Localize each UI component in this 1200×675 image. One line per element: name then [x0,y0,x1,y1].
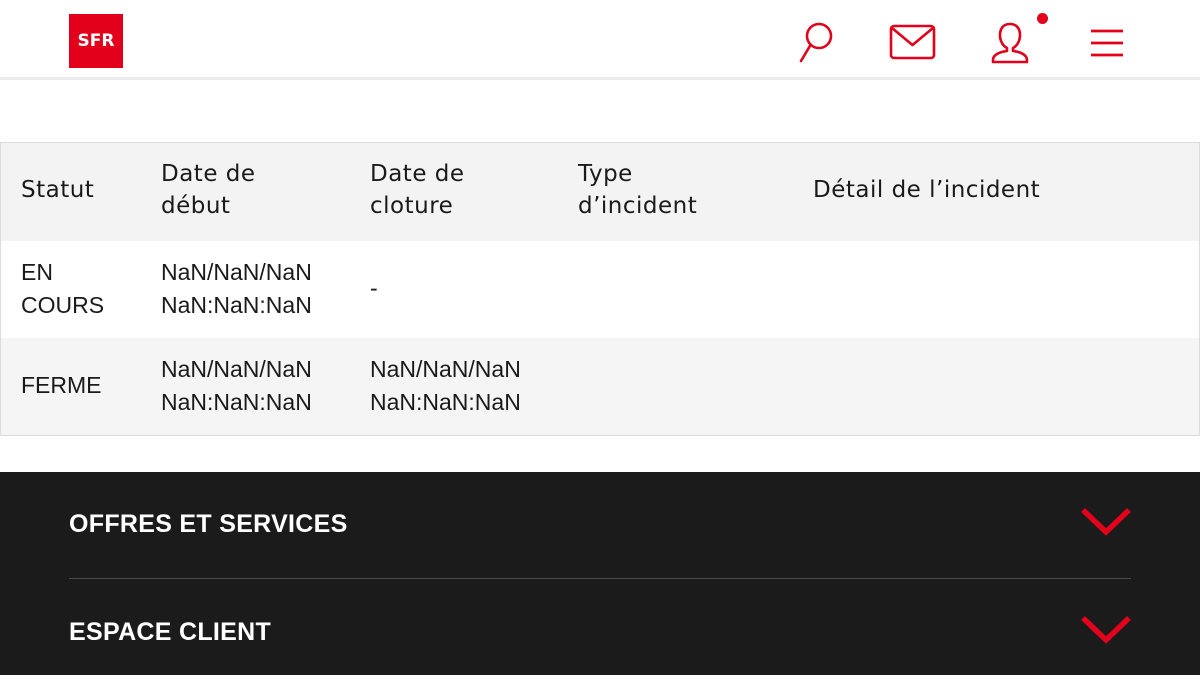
accordion-offres-services[interactable]: OFFRES ET SERVICES [69,510,348,539]
cell-statut: FERME [21,372,102,398]
site-footer: OFFRES ET SERVICES ESPACE CLIENT [0,472,1200,675]
column-header-date-cloture: Date de cloture [370,161,465,219]
column-header-date-debut: Date de début [161,161,256,219]
cell-date-cloture: NaN/NaN/NaN NaN:NaN:NaN [370,356,521,415]
incident-table: Statut Date de début Date de cloture Typ… [0,142,1200,436]
table-header: Statut Date de début Date de cloture Typ… [1,143,1199,241]
cell-date-cloture: - [370,275,378,301]
chevron-down-icon[interactable] [1080,506,1132,543]
site-header: SFR [0,0,1200,80]
table-row: FERME NaN/NaN/NaN NaN:NaN:NaN NaN/NaN/Na… [1,338,1199,435]
notification-dot [1037,13,1048,24]
search-icon[interactable] [796,20,836,66]
user-icon[interactable] [988,20,1034,66]
chevron-down-icon[interactable] [1080,614,1132,651]
divider [69,578,1131,579]
sfr-logo[interactable]: SFR [69,14,123,68]
column-header-detail-incident: Détail de l’incident [813,177,1041,203]
cell-date-debut: NaN/NaN/NaN NaN:NaN:NaN [161,259,312,318]
table-row: EN COURS NaN/NaN/NaN NaN:NaN:NaN - [1,241,1199,338]
column-header-statut: Statut [21,177,95,203]
menu-icon[interactable] [1088,26,1126,60]
mail-icon[interactable] [888,22,938,62]
accordion-espace-client[interactable]: ESPACE CLIENT [69,618,271,647]
cell-statut: EN COURS [21,259,105,318]
cell-date-debut: NaN/NaN/NaN NaN:NaN:NaN [161,356,312,415]
column-header-type-incident: Type d’incident [578,161,698,219]
